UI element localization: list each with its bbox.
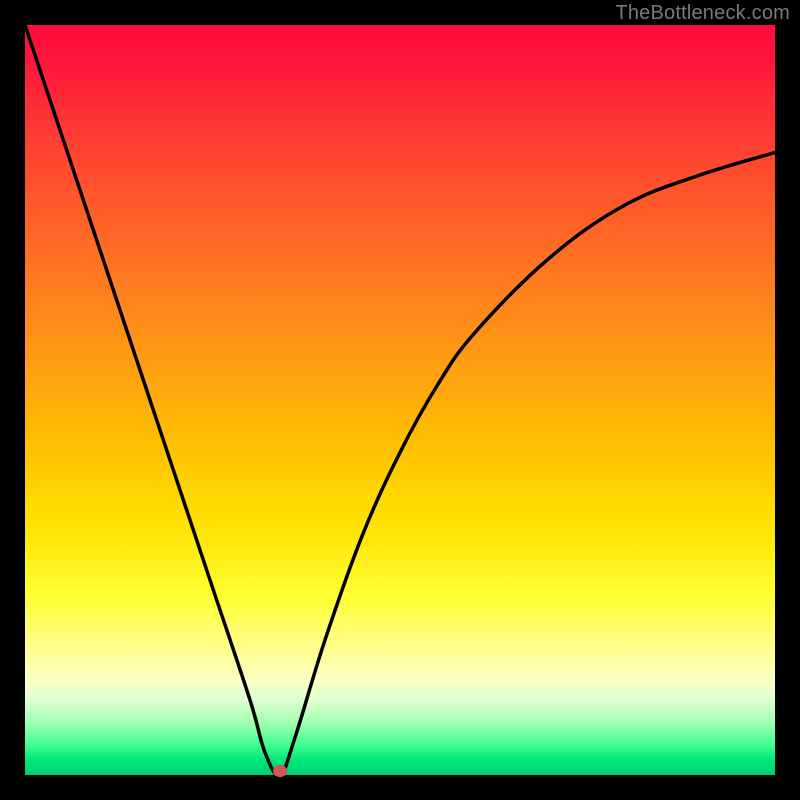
chart-frame (25, 25, 775, 775)
bottleneck-curve (25, 25, 775, 775)
watermark-text: TheBottleneck.com (615, 2, 790, 25)
curve-path (25, 25, 775, 775)
optimum-marker (273, 765, 287, 777)
